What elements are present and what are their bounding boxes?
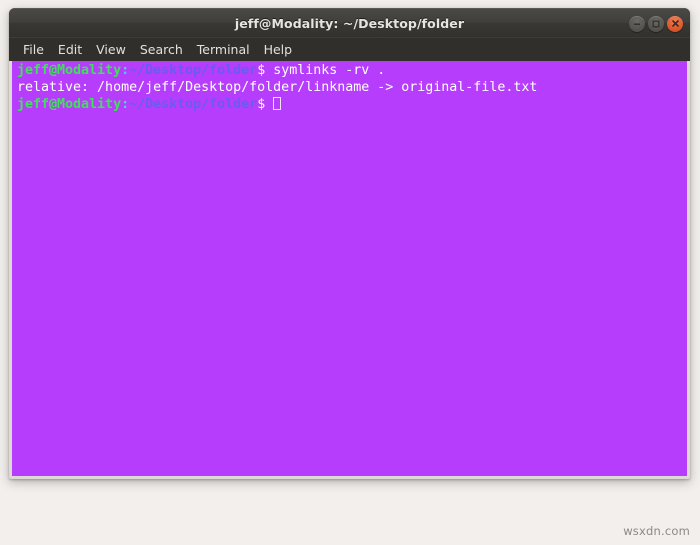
prompt-path: ~/Desktop/folder	[129, 63, 258, 78]
prompt-user-host: jeff@Modality	[17, 63, 122, 78]
maximize-icon	[652, 20, 660, 27]
menu-item-edit[interactable]: Edit	[51, 40, 89, 60]
close-icon	[671, 20, 679, 27]
prompt-dollar: $	[257, 63, 274, 78]
window-title: jeff@Modality: ~/Desktop/folder	[234, 15, 465, 31]
terminal-output-text: relative: /home/jeff/Desktop/folder/link…	[17, 79, 538, 95]
menu-item-help[interactable]: Help	[257, 40, 300, 60]
terminal-line: jeff@Modality:~/Desktop/folder$	[17, 96, 687, 114]
prompt-dollar: $	[257, 96, 274, 112]
window-controls	[629, 9, 683, 38]
prompt-user-host: jeff@Modality	[17, 96, 122, 112]
menu-item-search[interactable]: Search	[133, 40, 190, 60]
terminal-window: jeff@Modality: ~/Desktop/folder File Edi…	[9, 8, 690, 479]
terminal-line: relative: /home/jeff/Desktop/folder/link…	[17, 80, 687, 97]
maximize-button[interactable]	[648, 15, 664, 32]
menu-item-terminal[interactable]: Terminal	[190, 40, 257, 60]
text-cursor	[273, 96, 282, 110]
menu-bar: File Edit View Search Terminal Help	[9, 37, 690, 61]
title-bar[interactable]: jeff@Modality: ~/Desktop/folder	[9, 8, 690, 37]
minimize-button[interactable]	[629, 15, 645, 32]
menu-item-view[interactable]: View	[89, 40, 133, 60]
prompt-path: ~/Desktop/folder	[129, 96, 258, 112]
prompt-colon: :	[121, 96, 130, 112]
terminal-output: jeff@Modality:~/Desktop/folder$ symlinks…	[17, 63, 687, 113]
terminal-command: symlinks -rv .	[273, 63, 386, 78]
terminal-body[interactable]: jeff@Modality:~/Desktop/folder$ symlinks…	[9, 61, 690, 479]
terminal-line: jeff@Modality:~/Desktop/folder$ symlinks…	[17, 63, 687, 80]
minimize-icon	[634, 23, 640, 25]
menu-item-file[interactable]: File	[16, 40, 51, 60]
watermark: wsxdn.com	[623, 524, 690, 538]
close-button[interactable]	[667, 15, 683, 32]
prompt-colon: :	[121, 63, 130, 78]
